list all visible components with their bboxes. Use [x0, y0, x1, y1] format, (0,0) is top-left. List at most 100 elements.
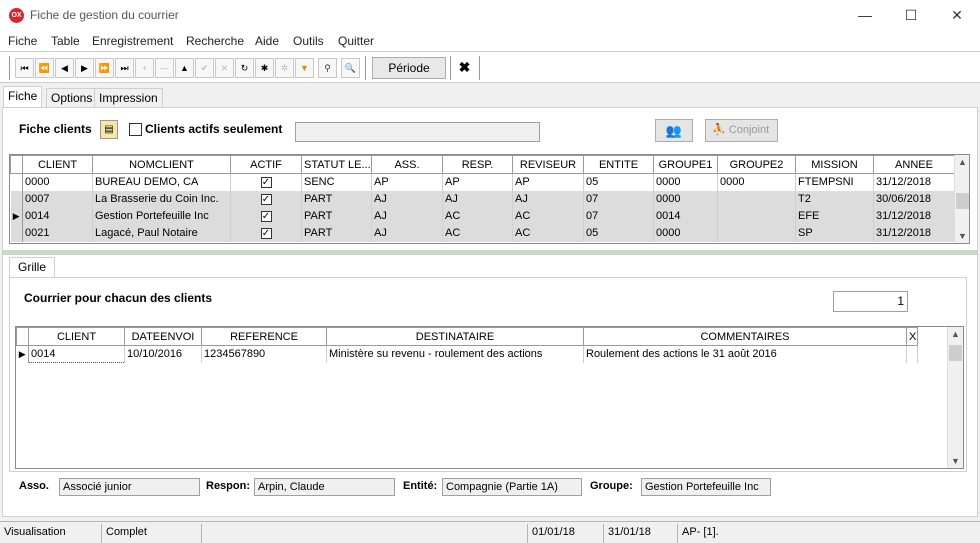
col-header-annee[interactable]: ANNEE	[873, 155, 955, 174]
filter-clear-icon[interactable]: ✲	[275, 58, 294, 78]
filter-apply-icon[interactable]: ✱	[255, 58, 274, 78]
cell-annee[interactable]: 30/06/2018	[873, 190, 955, 208]
table-row[interactable]: 0000 BUREAU DEMO, CA ✓ SENC AP AP AP 05 0000 0000…	[10, 173, 955, 191]
col-header-entite[interactable]: ENTITE	[583, 155, 654, 174]
cell-groupe1[interactable]: 0014	[653, 207, 718, 225]
cell-entite[interactable]: 05	[583, 224, 654, 242]
cell-nomclient[interactable]: La Brasserie du Coin Inc.	[92, 190, 231, 208]
cell-statut-le[interactable]: PART	[301, 224, 372, 242]
cell-mission[interactable]: SP	[795, 224, 874, 242]
cell-groupe2[interactable]	[717, 190, 796, 208]
prev-record-icon[interactable]: ◀	[55, 58, 74, 78]
cell-annee[interactable]: 31/12/2018	[873, 207, 955, 225]
cell-entite[interactable]: 07	[583, 207, 654, 225]
scroll-down-arrow[interactable]: ▼	[948, 456, 963, 466]
cell-reference[interactable]: 1234567890	[201, 345, 327, 363]
col-header-client[interactable]: CLIENT	[28, 327, 125, 346]
row-indicator[interactable]: ▶	[16, 345, 29, 363]
search-icon[interactable]: 🔍	[341, 58, 360, 78]
add-record-icon[interactable]: +	[135, 58, 154, 78]
courrier-count-field[interactable]: 1	[833, 291, 908, 312]
cell-statut-le[interactable]: SENC	[301, 173, 372, 191]
cell-resp[interactable]: AC	[442, 224, 513, 242]
cell-entite[interactable]: 05	[583, 173, 654, 191]
tab-grille[interactable]: Grille	[9, 257, 56, 278]
actif-cell[interactable]: ✓	[230, 173, 302, 191]
delete-record-icon[interactable]: —	[155, 58, 174, 78]
cell-nomclient[interactable]: Gestion Portefeuille Inc	[92, 207, 231, 225]
cell-resp[interactable]: AJ	[442, 190, 513, 208]
cell-statut-le[interactable]: PART	[301, 207, 372, 225]
cell-mission[interactable]: T2	[795, 190, 874, 208]
col-header-x[interactable]: X	[906, 327, 918, 346]
menu-fiche[interactable]: Fiche	[8, 34, 37, 48]
cell-dateenvoi[interactable]: 10/10/2016	[124, 345, 202, 363]
col-header-groupe2[interactable]: GROUPE2	[717, 155, 796, 174]
cell-annee[interactable]: 31/12/2018	[873, 173, 955, 191]
cell-client[interactable]: 0007	[22, 190, 93, 208]
last-record-icon[interactable]: ⏭	[115, 58, 134, 78]
tab-impression[interactable]: Impression	[94, 88, 163, 108]
cell-mission[interactable]: EFE	[795, 207, 874, 225]
periode-button[interactable]: Période	[372, 57, 446, 79]
col-header-reviseur[interactable]: REVISEUR	[512, 155, 584, 174]
cell-ass[interactable]: AJ	[371, 190, 443, 208]
tab-options[interactable]: Options	[46, 88, 98, 108]
cell-groupe1[interactable]: 0000	[653, 173, 718, 191]
cell-client[interactable]: 0014	[28, 345, 125, 363]
cell-nomclient[interactable]: Lagacé, Paul Notaire	[92, 224, 231, 242]
cell-annee[interactable]: 31/12/2018	[873, 224, 955, 242]
binoculars-icon[interactable]: ⚲	[318, 58, 337, 78]
next-record-icon[interactable]: ▶	[75, 58, 94, 78]
menu-outils[interactable]: Outils	[293, 34, 324, 48]
col-header-resp[interactable]: RESP.	[442, 155, 513, 174]
scroll-down-arrow[interactable]: ▼	[955, 231, 969, 241]
table-row[interactable]: 0021 Lagacé, Paul Notaire ✓ PART AJ AC AC 05 000…	[10, 224, 955, 242]
users-icon[interactable]: 👥	[655, 119, 693, 142]
row-indicator[interactable]	[10, 190, 23, 208]
entite-field[interactable]: Compagnie (Partie 1A)	[442, 478, 582, 496]
document-icon[interactable]: ▤	[100, 120, 118, 139]
col-header-actif[interactable]: ACTIF	[230, 155, 302, 174]
menu-recherche[interactable]: Recherche	[186, 34, 244, 48]
cell-resp[interactable]: AC	[442, 207, 513, 225]
actif-cell[interactable]: ✓	[230, 207, 302, 225]
first-record-icon[interactable]: ⏮	[15, 58, 34, 78]
tab-fiche[interactable]: Fiche	[3, 86, 43, 108]
minimize-button[interactable]: —	[842, 0, 888, 31]
splitter[interactable]	[3, 250, 977, 255]
cell-x[interactable]	[906, 345, 918, 363]
cell-resp[interactable]: AP	[442, 173, 513, 191]
table-row[interactable]: ▶ 0014 10/10/2016 1234567890 Ministère su re…	[16, 345, 918, 363]
scroll-up-arrow[interactable]: ▲	[948, 329, 963, 339]
cancel-edit-icon[interactable]: ✕	[215, 58, 234, 78]
cell-ass[interactable]: AJ	[371, 224, 443, 242]
cell-groupe2[interactable]	[717, 224, 796, 242]
cell-reviseur[interactable]: AC	[512, 207, 584, 225]
menu-aide[interactable]: Aide	[255, 34, 279, 48]
maximize-button[interactable]: ☐	[888, 0, 934, 31]
conjoint-button[interactable]: ⛹ Conjoint	[705, 119, 778, 142]
courrier-grid-scrollbar[interactable]: ▲ ▼	[947, 327, 963, 468]
cell-mission[interactable]: FTEMPSNI	[795, 173, 874, 191]
asso-field[interactable]: Associé junior	[59, 478, 200, 496]
cell-reviseur[interactable]: AP	[512, 173, 584, 191]
prev-page-icon[interactable]: ⏪	[35, 58, 54, 78]
search-input[interactable]	[295, 122, 540, 142]
row-indicator[interactable]	[10, 173, 23, 191]
col-header-nomclient[interactable]: NOMCLIENT	[92, 155, 231, 174]
col-header-dateenvoi[interactable]: DATEENVOI	[124, 327, 202, 346]
scroll-up-arrow[interactable]: ▲	[955, 157, 969, 167]
cell-ass[interactable]: AJ	[371, 207, 443, 225]
cell-nomclient[interactable]: BUREAU DEMO, CA	[92, 173, 231, 191]
scroll-thumb[interactable]	[949, 345, 962, 361]
row-indicator[interactable]	[10, 224, 23, 242]
col-header-commentaires[interactable]: COMMENTAIRES	[583, 327, 907, 346]
menu-table[interactable]: Table	[51, 34, 80, 48]
actif-cell[interactable]: ✓	[230, 190, 302, 208]
col-header-ass[interactable]: ASS.	[371, 155, 443, 174]
groupe-field[interactable]: Gestion Portefeuille Inc	[641, 478, 771, 496]
cell-statut-le[interactable]: PART	[301, 190, 372, 208]
cell-groupe2[interactable]	[717, 207, 796, 225]
cell-client[interactable]: 0021	[22, 224, 93, 242]
